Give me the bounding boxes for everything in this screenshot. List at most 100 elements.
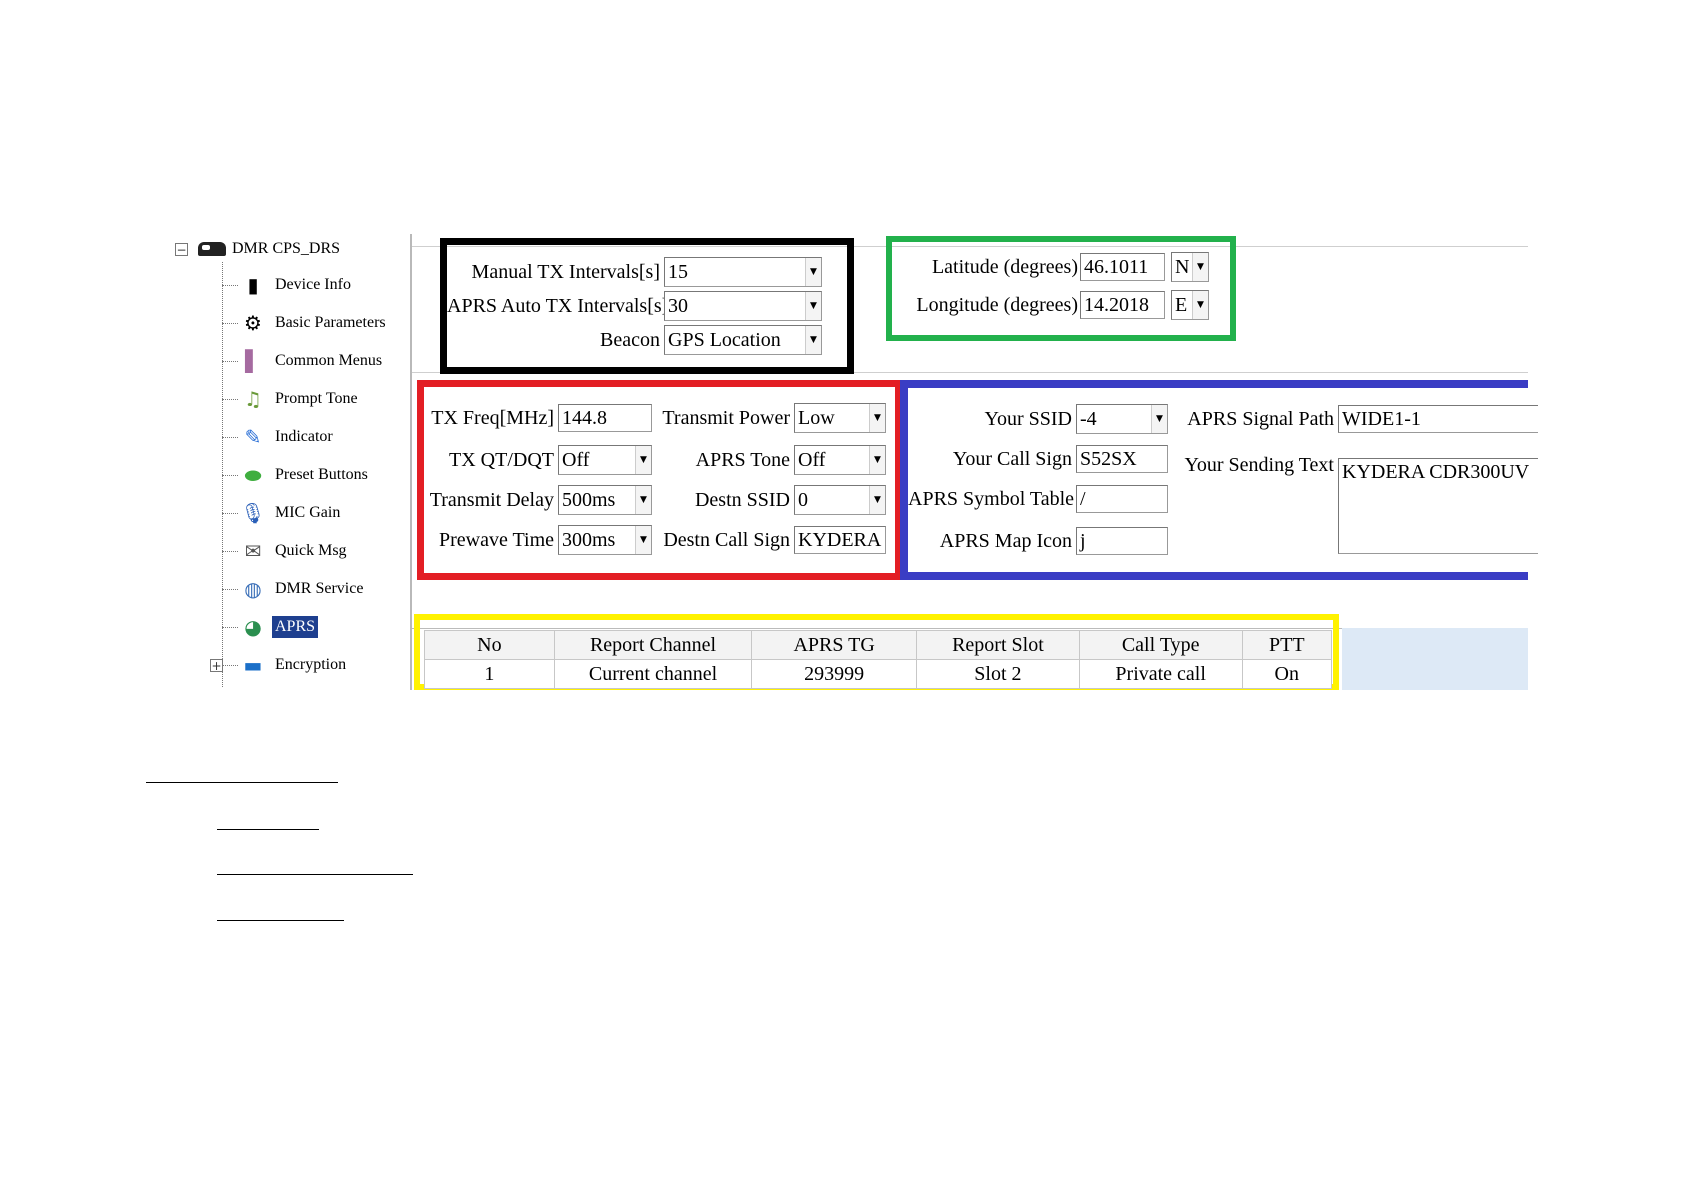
tree-item-label: Preset Buttons [275,466,368,483]
column-header[interactable]: APRS TG [751,630,918,660]
latitude-direction-select[interactable]: N ▼ [1171,252,1209,282]
chevron-down-icon[interactable]: ▼ [805,326,821,354]
your-ssid-label: Your SSID [984,407,1072,430]
chevron-down-icon[interactable]: ▼ [869,404,885,432]
column-header[interactable]: Report Channel [553,630,753,660]
tree-item-label: MIC Gain [275,504,341,521]
indicator-icon: ✎ [244,425,262,449]
column-header[interactable]: No [424,630,555,660]
table-cell[interactable]: 293999 [751,659,918,689]
latitude-input[interactable]: 46.1011 [1080,253,1165,281]
destn-call-sign-input[interactable]: KYDERA [794,526,886,554]
auto-tx-interval-select[interactable]: 30 ▼ [664,291,822,321]
aprs-map-icon-input[interactable]: j [1076,527,1168,555]
chevron-down-icon[interactable]: ▼ [635,486,651,514]
sending-text-label: Your Sending Text [1184,454,1334,476]
table-cell[interactable]: 1 [424,659,555,689]
tree-root[interactable]: − DMR CPS_DRS [175,236,340,262]
aprs-signal-path-input[interactable]: WIDE1-1 [1338,405,1538,433]
tx-interval-group: Manual TX Intervals[s] 15 ▼ APRS Auto TX… [440,238,854,374]
tx-qt-label: TX QT/DQT [449,448,554,471]
tree-item-label: Device Info [275,276,351,293]
aprs-tone-value: Off [798,449,826,471]
tree-item-label: Quick Msg [275,542,347,559]
tree-item-label: Prompt Tone [275,390,358,407]
prewave-time-label: Prewave Time [439,528,554,551]
tree-item-dmr-service[interactable]: ◍ DMR Service [222,572,366,606]
chevron-down-icon[interactable]: ▼ [1192,291,1208,319]
sending-text-textarea[interactable]: KYDERA CDR300UV [1338,458,1538,554]
chevron-down-icon[interactable]: ▼ [635,526,651,554]
tree-item-basic-parameters[interactable]: ⚙ Basic Parameters [222,306,389,340]
chevron-down-icon[interactable]: ▼ [1151,405,1167,433]
longitude-direction-select[interactable]: E ▼ [1171,290,1209,320]
chevron-down-icon[interactable]: ▼ [869,446,885,474]
table-cell[interactable]: Slot 2 [916,659,1080,689]
chevron-down-icon[interactable]: ▼ [1192,253,1208,281]
auto-tx-interval-label: APRS Auto TX Intervals[s] [447,294,669,317]
transmit-power-label: Transmit Power [662,406,790,429]
auto-tx-interval-value: 30 [668,295,688,317]
table-cell[interactable]: Private call [1078,659,1243,689]
longitude-input[interactable]: 14.2018 [1080,291,1165,319]
tx-freq-label: TX Freq[MHz] [431,406,554,429]
tree-item-aprs[interactable]: ◕ APRS [222,610,319,644]
manual-tx-interval-select[interactable]: 15 ▼ [664,257,822,287]
chevron-down-icon[interactable]: ▼ [635,446,651,474]
tree-item-preset-buttons[interactable]: ⬬ Preset Buttons [222,458,371,492]
transmit-delay-value: 500ms [562,489,616,511]
your-call-sign-input[interactable]: S52SX [1076,445,1168,473]
tree-item-label: APRS [272,616,319,638]
station-settings-group: Your SSID -4 ▼ Your Call Sign S52SX APRS… [900,380,1538,580]
longitude-label: Longitude (degrees) [916,293,1078,316]
prewave-time-select[interactable]: 300ms ▼ [558,525,652,555]
transmit-power-select[interactable]: Low ▼ [794,403,886,433]
tree-item-prompt-tone[interactable]: ♫ Prompt Tone [222,382,361,416]
aprs-symbol-table-input[interactable]: / [1076,485,1168,513]
collapse-icon[interactable]: − [175,242,188,256]
latitude-direction-value: N [1175,256,1190,278]
blank-line [146,782,338,783]
transmit-delay-label: Transmit Delay [429,488,554,511]
table-cell[interactable]: Current channel [553,659,753,689]
tree-item-indicator[interactable]: ✎ Indicator [222,420,336,454]
destn-call-sign-label: Destn Call Sign [663,528,790,551]
message-icon: ✉ [244,539,262,563]
destn-ssid-label: Destn SSID [694,488,790,511]
manual-tx-interval-value: 15 [668,261,688,283]
aprs-signal-path-label: APRS Signal Path [1187,407,1334,430]
tree-item-device-info[interactable]: ▮ Device Info [222,268,354,302]
transmit-delay-select[interactable]: 500ms ▼ [558,485,652,515]
table-row[interactable]: 1 Current channel 293999 Slot 2 Private … [424,659,1333,689]
column-header[interactable]: PTT [1241,630,1333,660]
table-header-row: No Report Channel APRS TG Report Slot Ca… [424,630,1333,660]
chevron-down-icon[interactable]: ▼ [805,258,821,286]
microphone-icon: 🎙 [240,501,266,525]
chevron-down-icon[interactable]: ▼ [805,292,821,320]
navigation-tree: − DMR CPS_DRS ▮ Device Info ⚙ Basic Para… [175,236,405,696]
destn-ssid-select[interactable]: 0 ▼ [794,485,886,515]
destn-ssid-value: 0 [798,489,808,511]
chevron-down-icon[interactable]: ▼ [869,486,885,514]
tree-item-mic-gain[interactable]: 🎙 MIC Gain [222,496,343,530]
tree-item-label: Encryption [275,656,347,673]
aprs-symbol-table-label: APRS Symbol Table [908,487,1075,510]
table-cell[interactable]: On [1241,659,1333,689]
music-icon: ♫ [244,387,262,411]
tree-item-common-menus[interactable]: ▌ Common Menus [222,344,385,378]
device-icon: ▮ [247,273,259,297]
expand-icon[interactable]: + [210,658,223,672]
beacon-value: GPS Location [668,329,781,351]
tree-item-quick-msg[interactable]: ✉ Quick Msg [222,534,350,568]
tx-freq-input[interactable]: 144.8 [558,404,652,432]
column-header[interactable]: Report Slot [916,630,1080,660]
beacon-label: Beacon [600,328,660,351]
tree-item-encryption[interactable]: + ▬ Encryption [210,648,349,682]
your-ssid-value: -4 [1080,408,1097,430]
column-header[interactable]: Call Type [1078,630,1243,660]
manual-tx-interval-label: Manual TX Intervals[s] [471,260,660,283]
beacon-select[interactable]: GPS Location ▼ [664,325,822,355]
aprs-tone-select[interactable]: Off ▼ [794,445,886,475]
tx-qt-select[interactable]: Off ▼ [558,445,652,475]
your-ssid-select[interactable]: -4 ▼ [1076,404,1168,434]
